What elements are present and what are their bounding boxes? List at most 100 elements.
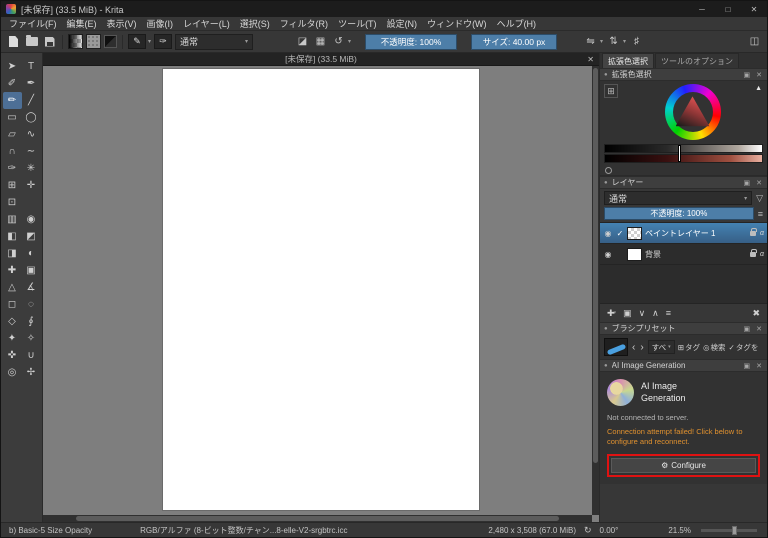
rectangle-tool[interactable]: ▭	[3, 109, 22, 126]
pan-tool[interactable]: ✢	[22, 364, 41, 381]
layer-options-icon[interactable]: ≡	[758, 209, 763, 219]
new-document-button[interactable]	[6, 34, 21, 50]
blending-mode-dropdown[interactable]: 通常 ▾	[175, 33, 254, 50]
smart-patch-tool[interactable]: ✚	[3, 262, 22, 279]
polyline-tool[interactable]: ∿	[22, 126, 41, 143]
similar-select-tool[interactable]: ✧	[22, 330, 41, 347]
menu-item[interactable]: ヘルプ(H)	[492, 17, 542, 30]
layer-filter-icon[interactable]: ▽	[756, 193, 763, 204]
measure-tool[interactable]: ∡	[22, 279, 41, 296]
close-docker-icon[interactable]: ✕	[755, 325, 763, 333]
edit-shapes-tool[interactable]: ✐	[3, 75, 22, 92]
polygon-tool[interactable]: ▱	[3, 126, 22, 143]
color-history-icon[interactable]	[605, 166, 612, 174]
next-preset-button[interactable]: ›	[639, 342, 644, 353]
duplicate-layer-button[interactable]: ▣	[623, 308, 632, 319]
edit-brush-settings-button[interactable]: ✎	[128, 34, 146, 49]
menu-item[interactable]: 設定(N)	[382, 17, 423, 30]
open-document-button[interactable]	[24, 34, 39, 50]
transform-tool[interactable]: ⊞	[3, 177, 22, 194]
pattern-chooser-button[interactable]	[86, 34, 101, 49]
current-brush-preset-thumbnail[interactable]	[604, 338, 628, 356]
close-docker-icon[interactable]: ✕	[755, 71, 763, 79]
foreground-color-button[interactable]	[104, 35, 117, 48]
enclose-fill-tool[interactable]: ◩	[22, 228, 41, 245]
text-tool[interactable]: T	[22, 58, 41, 75]
horizontal-scrollbar-thumb[interactable]	[75, 516, 560, 521]
reload-preset-button[interactable]: ↺	[331, 34, 346, 50]
minimize-button[interactable]: ─	[689, 1, 715, 17]
colorize-mask-tool[interactable]: ◐	[22, 245, 41, 262]
brush-size-slider[interactable]: サイズ: 40.00 px	[471, 33, 558, 50]
tab-advanced-color-selector[interactable]: 拡張色選択	[602, 53, 654, 68]
freehand-path-tool[interactable]: ∼	[22, 143, 41, 160]
gradient-tool[interactable]: ▥	[3, 211, 22, 228]
menu-item[interactable]: レイヤー(L)	[178, 17, 235, 30]
menu-item[interactable]: ツール(T)	[333, 17, 382, 30]
move-tool[interactable]: ✛	[22, 177, 41, 194]
layer-properties-button[interactable]: ≡	[666, 308, 671, 318]
maximize-button[interactable]: □	[715, 1, 741, 17]
reference-images-tool[interactable]: ▣	[22, 262, 41, 279]
hue-ring[interactable]	[664, 84, 721, 140]
tag-view-button[interactable]: ⊞ タグ	[678, 342, 700, 353]
layer-alpha-icon[interactable]: α	[760, 230, 764, 237]
eraser-mode-button[interactable]: ◪	[295, 34, 310, 50]
layer-row[interactable]: ◉ ✓ ペイントレイヤー 1 α	[600, 223, 767, 244]
contiguous-select-tool[interactable]: ✦	[3, 330, 22, 347]
move-layer-up-button[interactable]: ∧	[652, 308, 659, 319]
vertical-scrollbar[interactable]	[592, 66, 599, 515]
calligraphy-tool[interactable]: ✒	[22, 75, 41, 92]
menu-item[interactable]: 編集(E)	[62, 17, 102, 30]
move-layer-down-button[interactable]: ∨	[639, 308, 646, 319]
layer-blending-mode-dropdown[interactable]: 通常 ▾	[604, 191, 753, 205]
canvas-rotation-icon[interactable]: ↻	[584, 525, 592, 536]
line-tool[interactable]: ╱	[22, 92, 41, 109]
delete-layer-button[interactable]: ✖	[752, 308, 760, 319]
menu-item[interactable]: 選択(S)	[235, 17, 275, 30]
shade-selector-settings-button[interactable]: ⊞	[604, 84, 618, 98]
pattern-fill-tool[interactable]: ◧	[3, 228, 22, 245]
layer-opacity-slider[interactable]: 不透明度: 100%	[604, 207, 754, 220]
bezier-curve-tool[interactable]: ∩	[3, 143, 22, 160]
menu-item[interactable]: ウィンドウ(W)	[422, 17, 492, 30]
zoom-slider-thumb[interactable]	[731, 525, 737, 535]
vertical-scrollbar-thumb[interactable]	[593, 68, 598, 464]
saturation-value-triangle[interactable]	[675, 96, 710, 127]
float-docker-icon[interactable]: ▣	[743, 71, 752, 79]
configure-button[interactable]: ⚙ Configure	[611, 458, 756, 474]
menu-item[interactable]: フィルタ(R)	[275, 17, 333, 30]
show-tags-checkbox[interactable]: ✓ タグを	[729, 342, 759, 353]
layer-row[interactable]: ◉ 背景 α	[600, 244, 767, 265]
float-docker-icon[interactable]: ▣	[743, 325, 752, 333]
tab-tool-options[interactable]: ツールのオプション	[655, 53, 739, 68]
layer-visibility-icon[interactable]: ◉	[603, 250, 613, 259]
rect-select-tool[interactable]: ◻	[3, 296, 22, 313]
assistants-tool[interactable]: △	[3, 279, 22, 296]
menu-item[interactable]: 表示(V)	[102, 17, 142, 30]
float-docker-icon[interactable]: ▣	[743, 362, 752, 370]
preset-filter-dropdown[interactable]: すべ ▾	[647, 340, 675, 354]
crop-tool[interactable]: ⊡	[3, 194, 22, 211]
brush-opacity-slider[interactable]: 不透明度: 100%	[365, 33, 458, 50]
menu-item[interactable]: 画像(I)	[142, 17, 179, 30]
value-slider[interactable]	[604, 144, 763, 153]
canvas-page[interactable]	[163, 69, 479, 510]
shape-select-tool[interactable]: ➤	[3, 58, 22, 75]
freehand-brush-tool[interactable]: ✏	[2, 92, 22, 109]
polygon-select-tool[interactable]: ◇	[3, 313, 22, 330]
dynamic-brush-tool[interactable]: ✑	[3, 160, 22, 177]
shade-slider[interactable]	[604, 154, 763, 163]
preset-search-field[interactable]: ◎ 検索	[703, 342, 726, 353]
gamut-mask-icon[interactable]: ▲	[755, 85, 762, 92]
close-docker-icon[interactable]: ✕	[755, 362, 763, 370]
choose-brush-preset-button[interactable]: ✑	[154, 34, 173, 49]
mirror-vertical-button[interactable]: ⇅	[606, 34, 621, 50]
horizontal-scrollbar[interactable]	[43, 515, 592, 522]
layer-lock-icon[interactable]	[750, 248, 757, 257]
layer-lock-icon[interactable]	[750, 227, 757, 236]
mirror-horizontal-button[interactable]: ⇋	[583, 34, 598, 50]
add-layer-button[interactable]: ✚ ▾	[607, 308, 616, 319]
preserve-alpha-button[interactable]: ▦	[313, 34, 328, 50]
ellipse-select-tool[interactable]: ◌	[22, 296, 41, 313]
